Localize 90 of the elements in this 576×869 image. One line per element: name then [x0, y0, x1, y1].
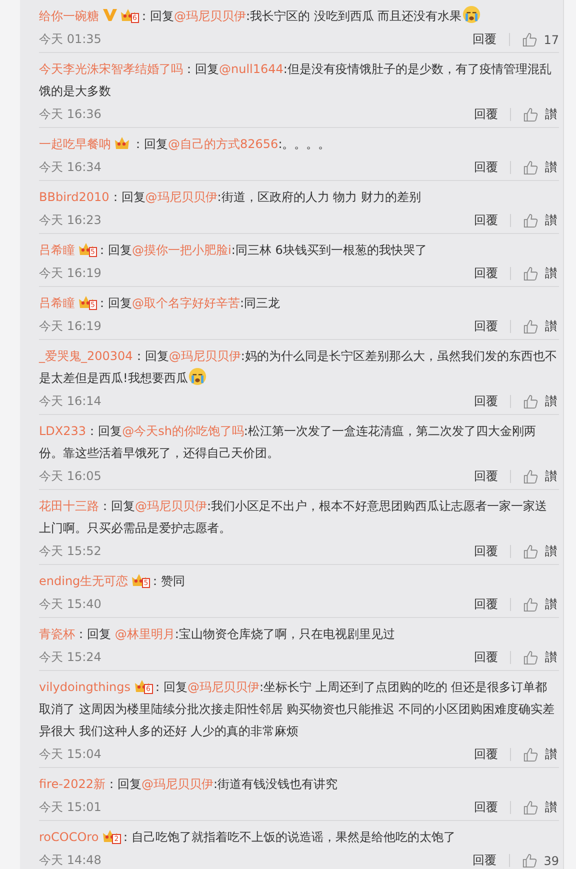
username-link[interactable]: ending生无可恋: [39, 574, 128, 588]
mention-link[interactable]: @林里明月: [114, 627, 175, 641]
like-count: 讃: [545, 106, 558, 123]
thumbs-up-icon[interactable]: [523, 650, 538, 665]
comment-text: BBbird2010：回复@玛尼贝贝伊:街道，区政府的人力 物力 财力的差别: [39, 189, 422, 206]
comment-text: 一起吃早餐呐 ：回复@自己的方式82656:。。。。: [39, 135, 332, 153]
reply-button[interactable]: 回覆: [474, 596, 498, 613]
mention-link[interactable]: @玛尼贝贝伊: [174, 9, 246, 23]
username-link[interactable]: _爱哭鬼_200304: [39, 349, 133, 363]
timestamp: 今天 15:04: [39, 746, 102, 763]
username-link[interactable]: 吕希瞳: [39, 296, 75, 310]
thumbs-up-icon[interactable]: [523, 319, 538, 334]
like-count: 讃: [545, 746, 558, 763]
like-count: 讃: [545, 159, 558, 176]
username-link[interactable]: 吕希瞳: [39, 243, 75, 257]
timestamp: 今天 15:40: [39, 596, 102, 613]
thumbs-up-icon[interactable]: [523, 800, 538, 815]
reply-button[interactable]: 回覆: [474, 468, 498, 485]
mention-link[interactable]: @玛尼贝贝伊: [141, 777, 214, 791]
timestamp: 今天 14:48: [39, 852, 102, 869]
username-link[interactable]: 今天李光洙宋智孝结婚了吗: [39, 62, 183, 76]
timestamp: 今天 01:35: [39, 31, 102, 48]
timestamp: 今天 16:19: [39, 318, 102, 335]
timestamp: 今天 16:34: [39, 159, 102, 176]
mention-link[interactable]: @玛尼贝贝伊: [168, 349, 241, 363]
username-link[interactable]: BBbird2010: [39, 190, 110, 204]
reply-button[interactable]: 回覆: [474, 212, 498, 229]
timestamp: 今天 16:19: [39, 265, 102, 282]
timestamp: 今天 16:05: [39, 468, 102, 485]
username-link[interactable]: 花田十三路: [39, 499, 99, 513]
comment-text: 今天李光洙宋智孝结婚了吗：回复@null1644:但是没有疫情饿肚子的是少数，有了疫情管理混乱饿的是大多数: [39, 61, 552, 100]
mention-link[interactable]: @玛尼贝贝伊: [145, 190, 218, 204]
timestamp: 今天 16:23: [39, 212, 102, 229]
mention-link[interactable]: @玛尼贝贝伊: [188, 680, 260, 694]
reply-button[interactable]: 回覆: [474, 543, 498, 560]
thumbs-up-icon[interactable]: [523, 266, 538, 281]
username-link[interactable]: LDX233: [39, 424, 86, 438]
reply-button[interactable]: 回覆: [474, 159, 498, 176]
thumbs-up-icon[interactable]: [523, 107, 538, 122]
reply-button[interactable]: 回覆: [474, 799, 498, 816]
username-link[interactable]: 青瓷杯: [39, 627, 75, 641]
mention-link[interactable]: @玛尼贝贝伊: [135, 499, 207, 513]
comment-text: 花田十三路：回复@玛尼贝贝伊:我们小区足不出户，根本不好意思团购西瓜让志愿者一家一家送上门啊。只买必需品是爱护志愿者。: [39, 498, 548, 537]
like-count: 讃: [545, 649, 558, 666]
like-count: 讃: [545, 799, 558, 816]
reply-button[interactable]: 回覆: [474, 746, 498, 763]
mention-link[interactable]: @自己的方式82656: [168, 137, 278, 151]
timestamp: 今天 16:36: [39, 106, 102, 123]
like-count: 讃: [545, 543, 558, 560]
like-count: 17: [544, 32, 559, 46]
like-count: 讃: [545, 265, 558, 282]
comment-text: LDX233：回复@今天sh的你吃饱了吗:松江第一次发了一盒连花清瘟，第二次发了四大金刚两份。靠这些活着早饿死了，还得自己天价团。: [39, 423, 537, 462]
thumbs-up-icon[interactable]: [523, 469, 538, 484]
thumbs-up-icon[interactable]: [523, 160, 538, 175]
comment-text: fire-2022新：回复@玛尼贝贝伊:街道有钱没钱也有讲究: [39, 776, 339, 793]
mention-link[interactable]: @null1644: [219, 62, 284, 76]
like-count: 讃: [545, 468, 558, 485]
like-count: 讃: [545, 318, 558, 335]
timestamp: 今天 15:01: [39, 799, 102, 816]
thumbs-up-icon[interactable]: [523, 597, 538, 612]
reply-button[interactable]: 回覆: [474, 318, 498, 335]
username-link[interactable]: roCOCOro: [39, 830, 99, 844]
reply-button[interactable]: 回覆: [474, 393, 498, 410]
thumbs-up-icon[interactable]: [522, 32, 537, 47]
reply-button[interactable]: 回覆: [474, 265, 498, 282]
timestamp: 今天 15:24: [39, 649, 102, 666]
like-count: 讃: [545, 212, 558, 229]
like-count: 讃: [545, 393, 558, 410]
mention-link[interactable]: @摸你一把小肥脸i: [132, 243, 232, 257]
comment-text: _爱哭鬼_200304：回复@玛尼贝贝伊:妈的为什么同是长宁区差别那么大，虽然我们发的东西也不是太差但是西瓜!我想要西瓜: [39, 348, 558, 388]
thumbs-up-icon[interactable]: [522, 853, 537, 868]
username-link[interactable]: vilydoingthings: [39, 680, 131, 694]
username-link[interactable]: fire-2022新: [39, 777, 106, 791]
timestamp: 今天 15:52: [39, 543, 102, 560]
mention-link[interactable]: @取个名字好好辛苦: [132, 296, 240, 310]
comment-text: 青瓷杯：回复 @林里明月:宝山物资仓库烧了啊，只在电视剧里见过: [39, 626, 396, 643]
thumbs-up-icon[interactable]: [523, 544, 538, 559]
reply-button[interactable]: 回覆: [472, 852, 497, 869]
thumbs-up-icon[interactable]: [523, 747, 538, 762]
like-count: 39: [544, 854, 559, 868]
thumbs-up-icon[interactable]: [523, 394, 538, 409]
thumbs-up-icon[interactable]: [523, 213, 538, 228]
reply-button[interactable]: 回覆: [474, 106, 498, 123]
mention-link[interactable]: @今天sh的你吃饱了吗: [122, 424, 244, 438]
reply-button[interactable]: 回覆: [472, 31, 497, 48]
reply-button[interactable]: 回覆: [474, 649, 498, 666]
timestamp: 今天 16:14: [39, 393, 102, 410]
like-count: 讃: [545, 596, 558, 613]
username-link[interactable]: 一起吃早餐呐: [39, 137, 111, 151]
username-link[interactable]: 给你一碗糖: [39, 9, 99, 23]
